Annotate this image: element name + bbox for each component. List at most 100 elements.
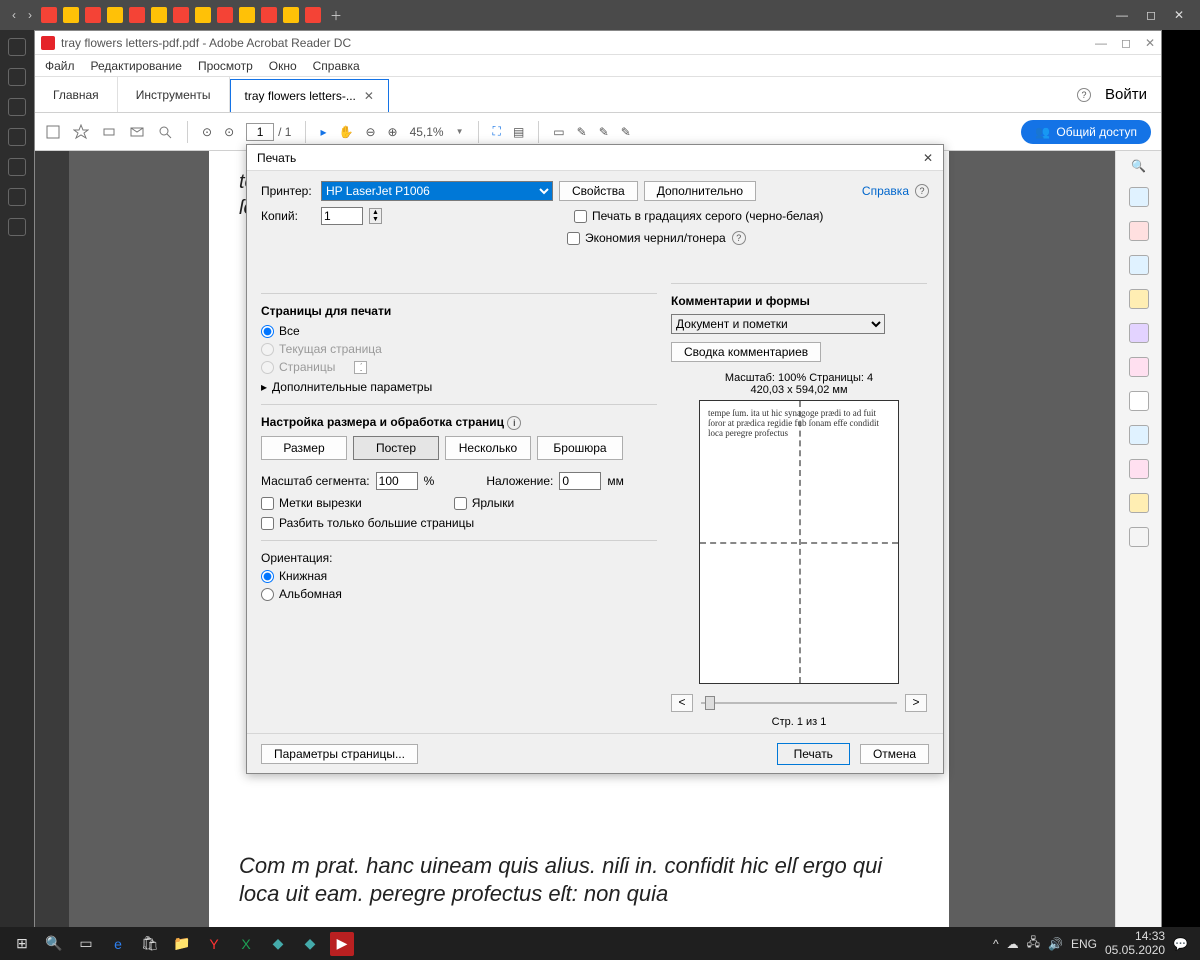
poster-button[interactable]: Постер <box>353 436 439 460</box>
pages-range-radio[interactable]: Страницы <box>261 360 657 374</box>
save-icon[interactable] <box>45 124 61 140</box>
fit-width-icon[interactable]: ⛶ <box>493 124 501 139</box>
side-tool-icon[interactable] <box>8 158 26 176</box>
acrobat-max-icon[interactable]: ◻ <box>1121 36 1131 50</box>
tool-fill-icon[interactable] <box>1129 459 1149 479</box>
tab-favicon[interactable] <box>151 7 167 23</box>
print-button[interactable]: Печать <box>777 743 850 765</box>
tool-sign-icon[interactable] <box>1129 357 1149 377</box>
zoom-icon[interactable]: 🔍 <box>1131 159 1146 173</box>
copies-spinner[interactable]: ▲▼ <box>369 208 382 224</box>
acrobat-min-icon[interactable]: — <box>1095 36 1107 50</box>
dialog-close-icon[interactable]: ✕ <box>923 151 933 165</box>
tool-create-icon[interactable] <box>1129 221 1149 241</box>
tool-compress-icon[interactable] <box>1129 425 1149 445</box>
side-tool-icon[interactable] <box>8 38 26 56</box>
taskview-icon[interactable]: ▭ <box>74 932 98 956</box>
tile-scale-input[interactable] <box>376 472 418 490</box>
tab-home[interactable]: Главная <box>35 77 118 112</box>
new-tab-icon[interactable]: ＋ <box>330 7 342 24</box>
comments-select[interactable]: Документ и пометки <box>671 314 885 334</box>
cancel-button[interactable]: Отмена <box>860 744 929 764</box>
side-tool-icon[interactable] <box>8 98 26 116</box>
side-tool-icon[interactable] <box>8 68 26 86</box>
browser-min-icon[interactable]: — <box>1116 8 1128 22</box>
booklet-button[interactable]: Брошюра <box>537 436 623 460</box>
labels-checkbox[interactable]: Ярлыки <box>454 496 515 510</box>
cut-marks-checkbox[interactable]: Метки вырезки <box>261 496 362 510</box>
highlight-icon[interactable]: ✎ <box>577 125 587 139</box>
edge-icon[interactable]: e <box>106 932 130 956</box>
multiple-button[interactable]: Несколько <box>445 436 531 460</box>
menu-file[interactable]: Файл <box>45 59 75 73</box>
acrobat-close-icon[interactable]: ✕ <box>1145 36 1155 50</box>
preview-next-button[interactable]: > <box>905 694 927 712</box>
sign-icon[interactable]: ✎ <box>621 125 631 139</box>
info-icon[interactable]: i <box>507 416 521 430</box>
tray-volume-icon[interactable]: 🔊 <box>1048 937 1063 951</box>
tool-comment-icon[interactable] <box>1129 289 1149 309</box>
help-icon[interactable]: ? <box>915 184 929 198</box>
save-ink-checkbox[interactable]: Экономия чернил/тонера <box>567 231 726 245</box>
browser-close-icon[interactable]: ✕ <box>1174 8 1184 22</box>
explorer-icon[interactable]: 📁 <box>170 932 194 956</box>
acrobat-taskbar-icon[interactable]: ▶ <box>330 932 354 956</box>
tray-clock[interactable]: 14:33 05.05.2020 <box>1105 930 1165 956</box>
stamp-icon[interactable]: ✎ <box>599 125 609 139</box>
nav-back-icon[interactable]: ‹ <box>12 8 16 22</box>
tab-favicon[interactable] <box>195 7 211 23</box>
printer-select[interactable]: HP LaserJet P1006 <box>321 181 553 201</box>
grayscale-checkbox[interactable]: Печать в градациях серого (черно-белая) <box>574 209 823 223</box>
tray-notifications-icon[interactable]: 💬 <box>1173 937 1188 951</box>
preview-slider[interactable] <box>701 702 897 704</box>
share-button[interactable]: 👥 Общий доступ <box>1021 120 1151 144</box>
menu-view[interactable]: Просмотр <box>198 59 253 73</box>
print-icon[interactable] <box>101 124 117 140</box>
help-link[interactable]: Справка <box>862 184 909 198</box>
only-large-checkbox[interactable]: Разбить только большие страницы <box>261 516 657 530</box>
page-number-input[interactable] <box>246 123 274 141</box>
tray-cloud-icon[interactable]: ☁ <box>1007 937 1019 951</box>
tool-more-icon[interactable] <box>1129 527 1149 547</box>
pages-all-radio[interactable]: Все <box>261 324 657 338</box>
app-icon[interactable]: ◆ <box>298 932 322 956</box>
menu-window[interactable]: Окно <box>269 59 297 73</box>
menu-help[interactable]: Справка <box>313 59 360 73</box>
select-tool-icon[interactable]: ▸ <box>320 125 326 139</box>
tab-favicon[interactable] <box>217 7 233 23</box>
mail-icon[interactable] <box>129 124 145 140</box>
tab-document[interactable]: tray flowers letters-... ✕ <box>230 79 389 112</box>
zoom-in-icon[interactable]: ⊕ <box>388 125 398 139</box>
hand-tool-icon[interactable]: ✋ <box>339 125 354 139</box>
browser-max-icon[interactable]: ◻ <box>1146 8 1156 22</box>
more-options-toggle[interactable]: ▸ Дополнительные параметры <box>261 380 657 394</box>
tab-favicon[interactable] <box>239 7 255 23</box>
tool-export-icon[interactable] <box>1129 187 1149 207</box>
zoom-value[interactable]: 45,1% <box>410 125 444 139</box>
copies-input[interactable] <box>321 207 363 225</box>
tab-favicon[interactable] <box>173 7 189 23</box>
portrait-radio[interactable]: Книжная <box>261 569 657 583</box>
page-down-icon[interactable]: ⊙ <box>224 125 234 139</box>
tray-expand-icon[interactable]: ^ <box>993 937 999 951</box>
tab-favicon[interactable] <box>107 7 123 23</box>
info-icon[interactable]: ? <box>732 231 746 245</box>
tab-favicon[interactable] <box>85 7 101 23</box>
start-button[interactable]: ⊞ <box>10 932 34 956</box>
nav-fwd-icon[interactable]: › <box>28 8 32 22</box>
advanced-button[interactable]: Дополнительно <box>644 181 756 201</box>
signin-link[interactable]: Войти <box>1105 86 1147 103</box>
yandex-icon[interactable]: Y <box>202 932 226 956</box>
tab-favicon[interactable] <box>129 7 145 23</box>
menu-edit[interactable]: Редактирование <box>91 59 182 73</box>
tab-favicon[interactable] <box>305 7 321 23</box>
summarize-button[interactable]: Сводка комментариев <box>671 342 821 362</box>
excel-icon[interactable]: X <box>234 932 258 956</box>
landscape-radio[interactable]: Альбомная <box>261 587 657 601</box>
pages-current-radio[interactable]: Текущая страница <box>261 342 657 356</box>
tab-close-icon[interactable]: ✕ <box>364 89 374 103</box>
search-icon[interactable]: 🔍 <box>42 932 66 956</box>
side-tool-icon[interactable] <box>8 128 26 146</box>
nav-panel[interactable] <box>35 151 69 927</box>
side-tool-icon[interactable] <box>8 188 26 206</box>
